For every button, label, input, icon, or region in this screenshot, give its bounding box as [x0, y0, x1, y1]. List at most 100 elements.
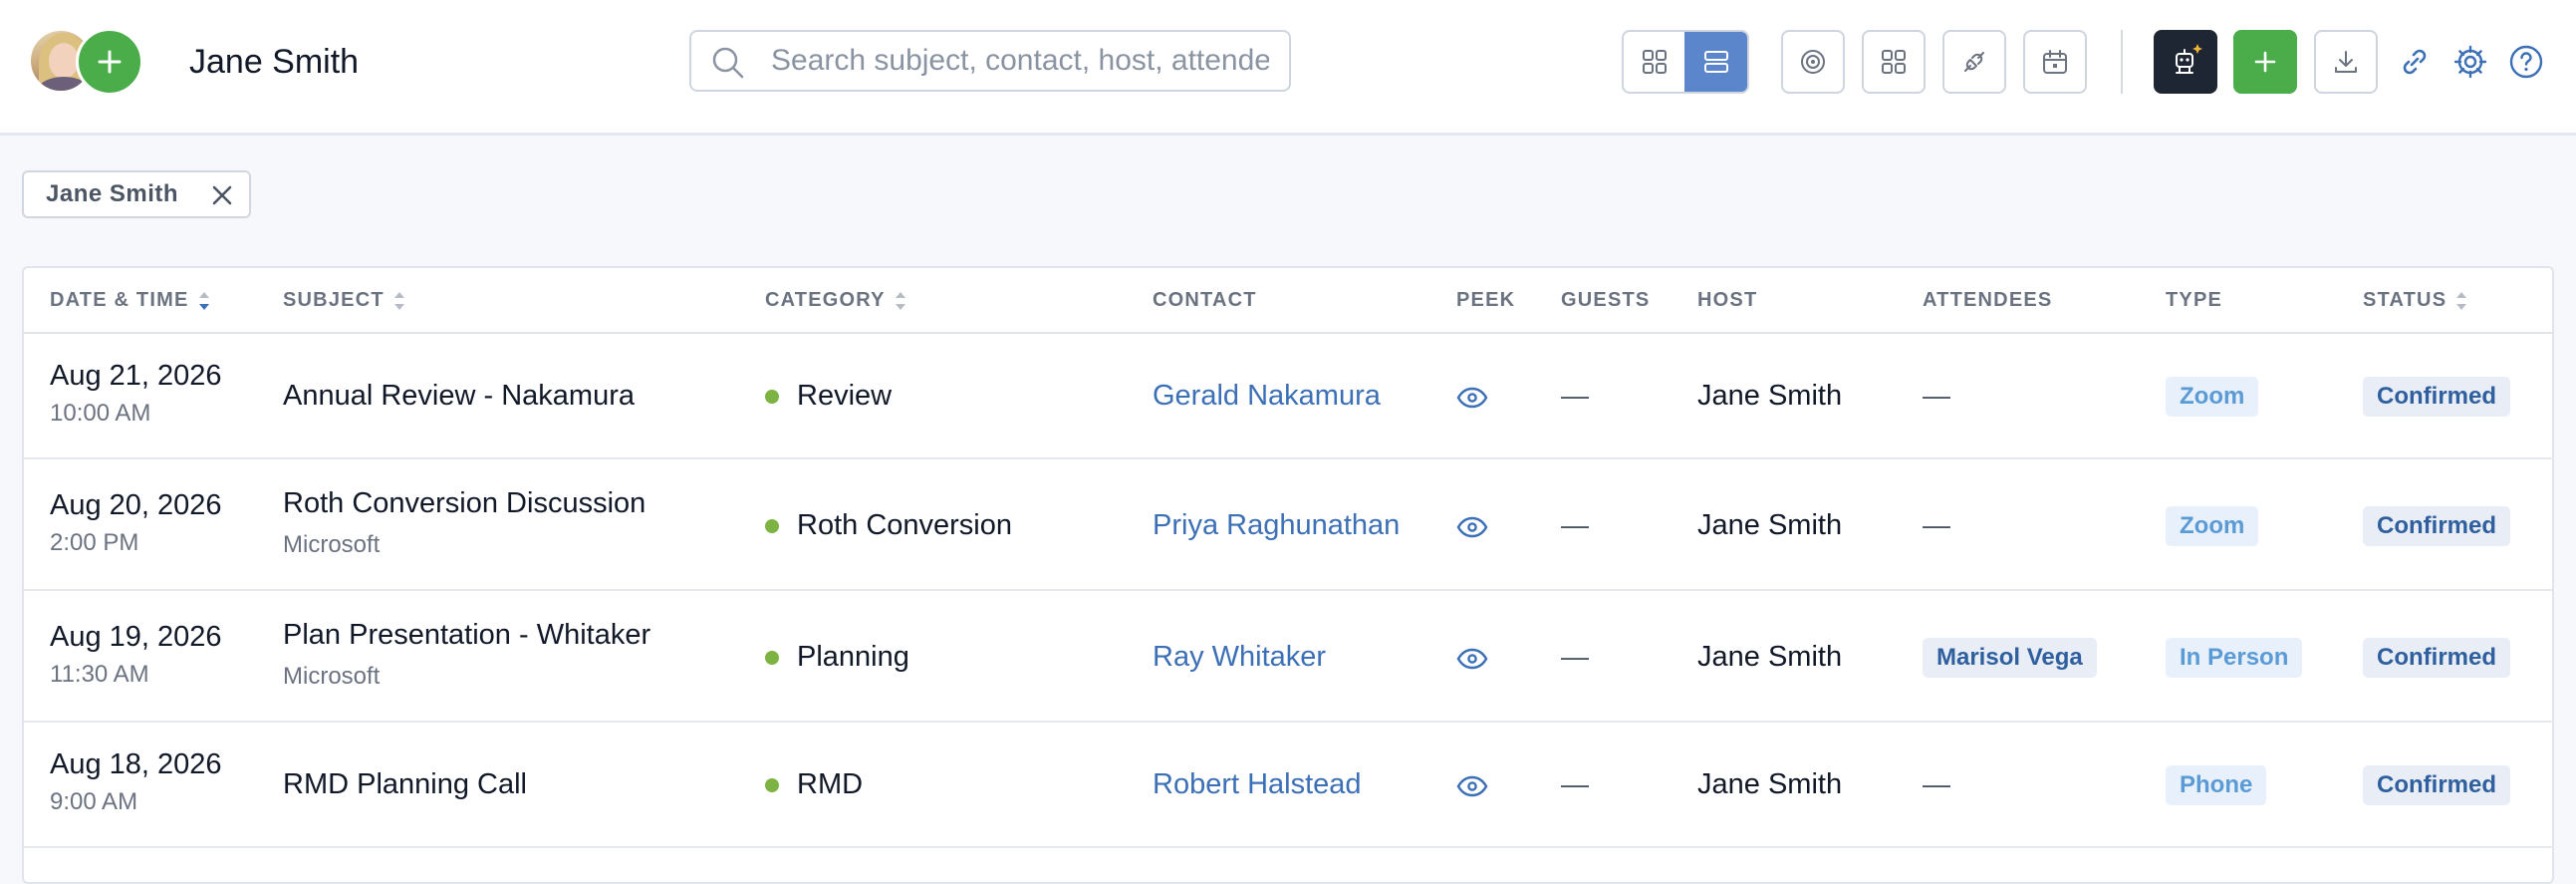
table-row[interactable]: Aug 18, 2026 9:00 AM RMD Planning Call R… [24, 723, 2552, 848]
list-view-icon [1703, 51, 1728, 73]
row-subject-subtitle: Microsoft [283, 663, 381, 690]
row-date: Aug 21, 2026 [50, 360, 222, 392]
target-icon [1801, 50, 1825, 74]
row-guests: — [1561, 509, 1589, 540]
table-header: DATE & TIME SUBJECT CATEGORY CONTACT PEE… [24, 268, 2552, 334]
download-icon [2335, 51, 2357, 73]
calendar-button[interactable] [2023, 30, 2087, 94]
status-badge: Confirmed [2363, 765, 2510, 805]
row-subject: Roth Conversion Discussion [283, 487, 646, 519]
peek-button[interactable] [1456, 774, 1488, 803]
add-user-button[interactable] [76, 28, 143, 96]
grid-view-icon [1642, 50, 1667, 74]
peek-button[interactable] [1456, 515, 1488, 544]
top-header: Jane Smith [0, 0, 2576, 136]
type-badge: Phone [2166, 765, 2267, 805]
close-icon[interactable] [209, 182, 235, 208]
apps-button[interactable] [1862, 30, 1926, 94]
row-guests: — [1561, 768, 1589, 799]
table-row[interactable]: Aug 19, 2026 11:30 AM Plan Presentation … [24, 591, 2552, 723]
eye-icon [1456, 775, 1488, 797]
toolbar-divider [2121, 30, 2123, 94]
row-category: Review [765, 380, 892, 413]
type-badge: In Person [2166, 638, 2303, 678]
add-button[interactable] [2233, 30, 2297, 94]
filter-chip-label: Jane Smith [46, 180, 179, 207]
download-button[interactable] [2314, 30, 2378, 94]
search-box [689, 30, 1291, 92]
integration-button[interactable] [1942, 30, 2006, 94]
row-host: Jane Smith [1697, 380, 1843, 412]
column-header-category[interactable]: CATEGORY [765, 289, 907, 312]
category-dot [765, 650, 779, 665]
type-badge: Zoom [2166, 377, 2259, 417]
row-host: Jane Smith [1697, 768, 1843, 800]
help-button[interactable] [2500, 34, 2552, 90]
apps-icon [1882, 50, 1906, 74]
row-time: 9:00 AM [50, 788, 138, 815]
table-row[interactable]: Aug 20, 2026 2:00 PM Roth Conversion Dis… [24, 459, 2552, 591]
row-category: Roth Conversion [765, 509, 1012, 542]
column-header-subject[interactable]: SUBJECT [283, 289, 406, 312]
target-button[interactable] [1781, 30, 1845, 94]
row-subject: Plan Presentation - Whitaker [283, 619, 651, 651]
grid-view-button[interactable] [1624, 32, 1684, 92]
link-button[interactable] [2389, 34, 2441, 90]
row-attendees: — [1923, 768, 1950, 799]
row-time: 2:00 PM [50, 529, 139, 556]
add-icon [2254, 51, 2276, 73]
status-badge: Confirmed [2363, 638, 2510, 678]
row-date: Aug 20, 2026 [50, 489, 222, 521]
row-contact-link[interactable]: Robert Halstead [1153, 768, 1362, 801]
appointments-table: DATE & TIME SUBJECT CATEGORY CONTACT PEE… [22, 266, 2554, 884]
filter-chip[interactable]: Jane Smith [22, 170, 251, 218]
row-contact-link[interactable]: Gerald Nakamura [1153, 380, 1381, 413]
category-dot [765, 777, 779, 792]
row-subject: Annual Review - Nakamura [283, 380, 635, 412]
integration-icon [1964, 52, 1984, 72]
list-view-button[interactable] [1684, 32, 1747, 92]
status-badge: Confirmed [2363, 506, 2510, 546]
column-header-status[interactable]: STATUS [2363, 289, 2468, 312]
category-dot [765, 389, 779, 404]
peek-button[interactable] [1456, 647, 1488, 676]
help-icon [2509, 45, 2543, 79]
column-header-type: TYPE [2166, 289, 2223, 311]
row-category: RMD [765, 768, 863, 801]
settings-icon [2453, 45, 2487, 79]
sort-icon [393, 291, 404, 310]
sort-icon [895, 291, 905, 310]
row-subject: RMD Planning Call [283, 768, 527, 800]
row-subject-subtitle: Microsoft [283, 531, 381, 558]
row-contact-link[interactable]: Ray Whitaker [1153, 641, 1326, 674]
row-host: Jane Smith [1697, 509, 1843, 541]
column-header-date[interactable]: DATE & TIME [50, 289, 211, 312]
table-row[interactable]: Aug 21, 2026 10:00 AM Annual Review - Na… [24, 334, 2552, 459]
row-guests: — [1561, 380, 1589, 411]
status-badge: Confirmed [2363, 377, 2510, 417]
search-input[interactable] [771, 38, 1269, 84]
peek-button[interactable] [1456, 386, 1488, 415]
user-name: Jane Smith [189, 43, 360, 81]
row-attendees: — [1923, 509, 1950, 540]
calendar-icon [2043, 50, 2067, 74]
eye-icon [1456, 516, 1488, 538]
attendee-badge: Marisol Vega [1923, 638, 2097, 678]
row-host: Jane Smith [1697, 641, 1843, 673]
ai-assistant-icon [2176, 44, 2202, 74]
link-icon [2403, 49, 2427, 75]
ai-assistant-button[interactable] [2154, 30, 2217, 94]
plus-icon [98, 50, 122, 74]
eye-icon [1456, 387, 1488, 409]
row-contact-link[interactable]: Priya Raghunathan [1153, 509, 1400, 542]
row-time: 11:30 AM [50, 661, 149, 688]
row-category: Planning [765, 641, 909, 674]
settings-button[interactable] [2445, 34, 2496, 90]
category-dot [765, 518, 779, 533]
row-time: 10:00 AM [50, 400, 151, 427]
row-date: Aug 18, 2026 [50, 748, 222, 780]
row-date: Aug 19, 2026 [50, 621, 222, 653]
sort-icon [2456, 291, 2467, 310]
row-attendees: — [1923, 380, 1950, 411]
type-badge: Zoom [2166, 506, 2259, 546]
